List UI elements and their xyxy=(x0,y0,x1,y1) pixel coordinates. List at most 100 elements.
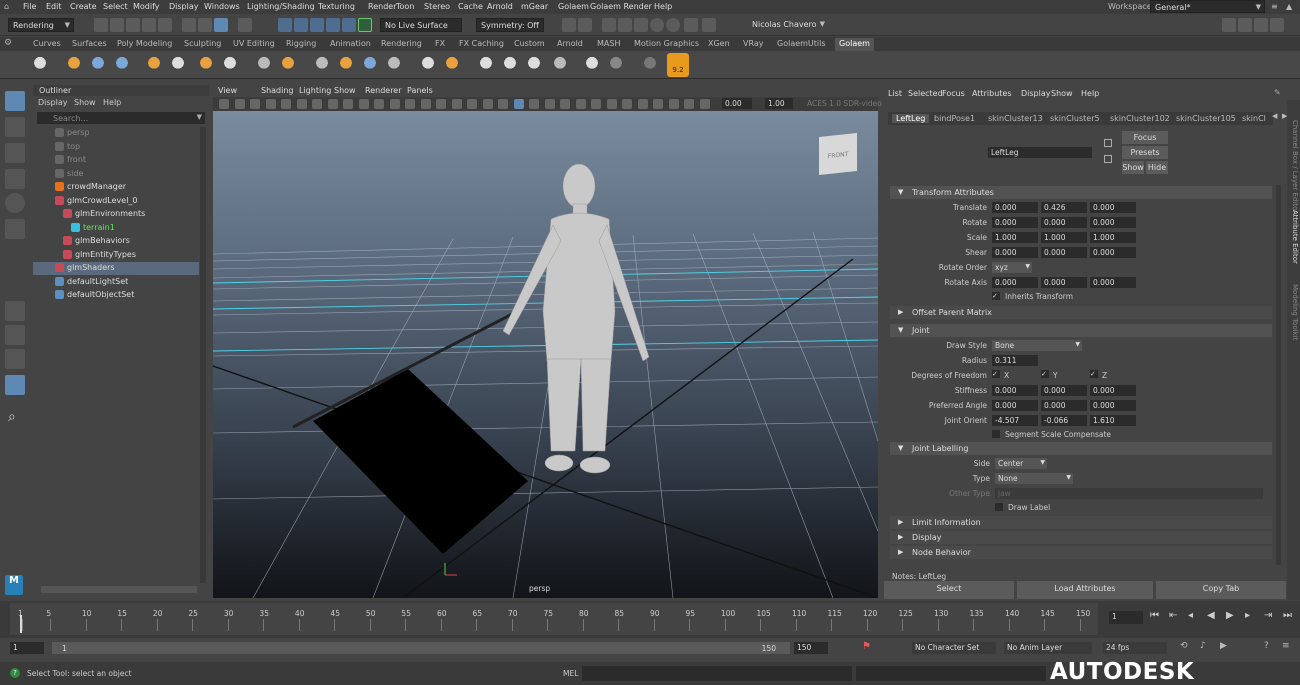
ae-tab-skincluster102[interactable]: skinCluster102 xyxy=(1110,114,1170,123)
viewport-tool-icon-3[interactable] xyxy=(250,99,260,109)
type-dropdown[interactable]: None ▼ xyxy=(995,473,1073,484)
ae-menu-list[interactable]: List xyxy=(888,89,902,98)
viewport-tool-icon-29[interactable] xyxy=(653,99,663,109)
outliner-item-crowdmanager[interactable]: crowdManager xyxy=(33,181,199,194)
timeline-track[interactable]: 1 5 10 15 20 25 30 35 40 45 50 55 60 65 70 75 80 85 90 95 10… xyxy=(10,603,1098,635)
rotate-x-field[interactable]: 0.000 xyxy=(992,217,1038,228)
go-to-start-icon[interactable]: ⏮ xyxy=(1150,610,1159,621)
dof-z-checkbox[interactable]: ✓ xyxy=(1090,370,1098,378)
viewport-tool-icon-8[interactable] xyxy=(327,99,338,109)
user-account-dropdown[interactable]: Nicolas Chavero ▼ xyxy=(748,18,828,32)
joint-section[interactable]: ▼ Joint xyxy=(890,324,1272,337)
outliner-item-glmentitytypes[interactable]: glmEntityTypes xyxy=(33,249,199,262)
viewport-tool-icon-19[interactable] xyxy=(498,99,508,109)
viewport-tool-icon-21[interactable] xyxy=(529,99,539,109)
outliner-menu-show[interactable]: Show xyxy=(74,98,96,107)
translate-y-field[interactable]: 0.426 xyxy=(1041,202,1087,213)
draw-style-dropdown[interactable]: Bone ▼ xyxy=(992,340,1082,351)
viewport-tool-icon-5[interactable] xyxy=(281,99,291,109)
auto-key-icon[interactable]: ⚑ xyxy=(862,641,871,652)
menu-create[interactable]: Create xyxy=(70,2,97,11)
menu-arnold[interactable]: Arnold xyxy=(487,2,513,11)
shelf-tab-custom[interactable]: Custom xyxy=(514,39,545,48)
orient-x-field[interactable]: -4.507 xyxy=(992,415,1038,426)
orient-y-field[interactable]: -0.066 xyxy=(1041,415,1087,426)
ae-tab-skincluster105[interactable]: skinCluster105 xyxy=(1176,114,1236,123)
golaem-shelf-tool-icon-13[interactable] xyxy=(360,54,380,76)
outliner-hscrollbar[interactable] xyxy=(41,586,197,593)
menu-lighting-shading[interactable]: Lighting/Shading xyxy=(247,2,315,11)
menu-modify[interactable]: Modify xyxy=(133,2,160,11)
modeling-toolkit-tab[interactable]: Modeling Toolkit xyxy=(1288,284,1299,364)
viewport-menu-shading[interactable]: Shading xyxy=(261,86,294,95)
save-scene-icon[interactable] xyxy=(126,18,140,32)
scale-tool-icon[interactable] xyxy=(5,219,25,239)
stiffness-x-field[interactable]: 0.000 xyxy=(992,385,1038,396)
menu-help[interactable]: Help xyxy=(654,2,672,11)
channel-box-tab[interactable]: Channel Box / Layer Editor xyxy=(1288,120,1299,220)
layout-icon-4[interactable] xyxy=(1270,18,1284,32)
layout-icon-3[interactable] xyxy=(1254,18,1268,32)
viewport-tool-icon-11[interactable] xyxy=(374,99,384,109)
menuset-dropdown[interactable]: Rendering ▼ xyxy=(8,18,74,32)
offset-parent-matrix-section[interactable]: ▶ Offset Parent Matrix xyxy=(890,306,1272,319)
limit-information-section[interactable]: ▶ Limit Information xyxy=(890,516,1272,529)
ipr-icon[interactable] xyxy=(634,18,648,32)
outliner-item-defaultobjectset[interactable]: defaultObjectSet xyxy=(33,289,199,302)
ae-menu-attributes[interactable]: Attributes xyxy=(972,89,1012,98)
golaem-shelf-tool-icon-12[interactable] xyxy=(336,54,356,76)
ae-menu-help[interactable]: Help xyxy=(1081,89,1099,98)
ae-tab-bindpose1[interactable]: bindPose1 xyxy=(934,114,975,123)
menu-stereo[interactable]: Stereo xyxy=(424,2,450,11)
viewport-tool-icon-1[interactable] xyxy=(219,99,229,109)
four-pane-icon[interactable] xyxy=(5,325,25,345)
loop-icon[interactable]: ⟲ xyxy=(1180,641,1188,651)
end-frame-field[interactable]: 150 xyxy=(794,642,828,654)
outliner-menu-help[interactable]: Help xyxy=(103,98,121,107)
snap-grid-icon[interactable] xyxy=(278,18,292,32)
golaem-shelf-tool-icon-15[interactable] xyxy=(418,54,438,76)
menu-texturing[interactable]: Texturing xyxy=(318,2,355,11)
viewport-tool-icon-25[interactable] xyxy=(591,99,601,109)
golaem-shelf-tool-icon-16[interactable] xyxy=(442,54,462,76)
undo-icon[interactable] xyxy=(142,18,156,32)
anim-layer-dropdown[interactable]: No Anim Layer xyxy=(1004,642,1092,654)
menu-golaem[interactable]: Golaem xyxy=(558,2,589,11)
snap-view-icon[interactable] xyxy=(326,18,340,32)
golaem-shelf-tool-icon-21[interactable] xyxy=(582,54,602,76)
menu-edit[interactable]: Edit xyxy=(46,2,62,11)
golaem-shelf-tool-icon-20[interactable] xyxy=(550,54,570,76)
golaem-shelf-tool-icon-11[interactable] xyxy=(312,54,332,76)
preferred-z-field[interactable]: 0.000 xyxy=(1090,400,1136,411)
rotate-order-dropdown[interactable]: xyz ▼ xyxy=(992,262,1032,273)
viewport-tool-icon-32[interactable] xyxy=(699,99,710,109)
current-frame-marker[interactable] xyxy=(20,615,22,633)
live-surface-field[interactable]: No Live Surface xyxy=(380,18,462,32)
outliner-search-field[interactable]: Search... ▼ xyxy=(37,112,205,124)
rotate-axis-y-field[interactable]: 0.000 xyxy=(1041,277,1087,288)
pin-icon[interactable]: ✎ xyxy=(1274,88,1281,97)
stiffness-z-field[interactable]: 0.000 xyxy=(1090,385,1136,396)
viewport-tool-icon-24[interactable] xyxy=(575,99,586,109)
golaem-shelf-tool-icon-22[interactable] xyxy=(606,54,626,76)
ssc-checkbox[interactable] xyxy=(992,430,1000,438)
shelf-tab-sculpting[interactable]: Sculpting xyxy=(184,39,221,48)
viewport-tool-icon-7[interactable] xyxy=(312,99,322,109)
viewport-tool-icon-28[interactable] xyxy=(637,99,648,109)
rotate-tool-icon[interactable] xyxy=(5,193,25,213)
viewport-menu-renderer[interactable]: Renderer xyxy=(365,86,402,95)
stiffness-y-field[interactable]: 0.000 xyxy=(1041,385,1087,396)
construction-history-icon[interactable] xyxy=(578,18,592,32)
outliner-item-front[interactable]: front xyxy=(33,154,199,167)
viewport-tool-icon-15[interactable] xyxy=(436,99,446,109)
chevron-left-icon[interactable]: ◀ xyxy=(1272,112,1277,120)
scale-x-field[interactable]: 1.000 xyxy=(992,232,1038,243)
viewport-tool-icon-30[interactable] xyxy=(668,99,679,109)
outliner-item-persp[interactable]: persp xyxy=(33,127,199,140)
layout-icon-1[interactable] xyxy=(1222,18,1236,32)
dof-y-checkbox[interactable]: ✓ xyxy=(1041,370,1049,378)
snap-curve-icon[interactable] xyxy=(294,18,308,32)
settings-gear-icon[interactable]: ⚙ xyxy=(4,38,12,48)
ae-tab-skincluster5[interactable]: skinCluster5 xyxy=(1050,114,1100,123)
copy-tab-button[interactable]: Copy Tab xyxy=(1156,581,1286,599)
